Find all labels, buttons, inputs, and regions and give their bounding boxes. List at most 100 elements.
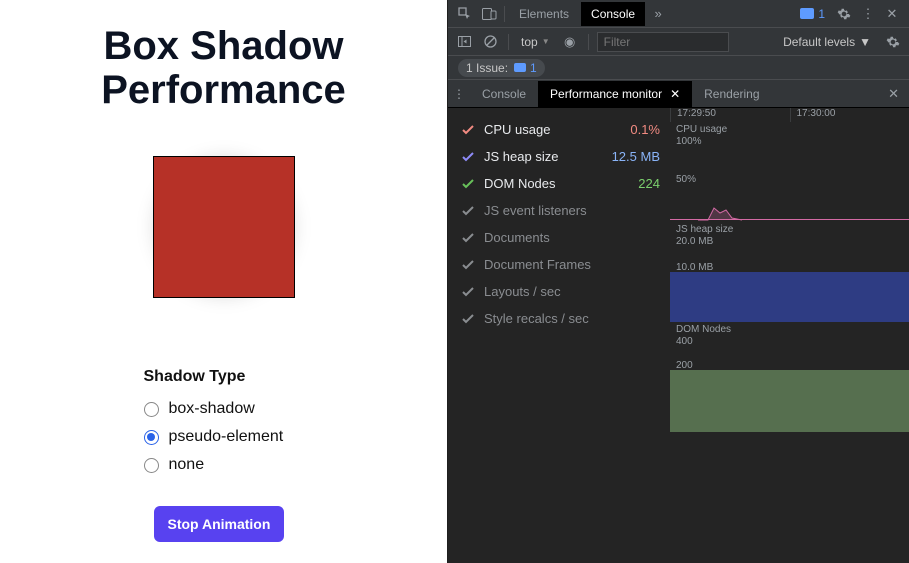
context-label: top xyxy=(521,35,538,49)
drawer-tab-performance-monitor[interactable]: Performance monitor ✕ xyxy=(538,81,692,107)
metric-label: Layouts / sec xyxy=(484,284,660,299)
dom-nodes-graph: DOM Nodes 400 200 xyxy=(670,322,909,432)
metric-row-style-recalcs-sec[interactable]: Style recalcs / sec xyxy=(462,305,660,332)
close-tab-icon[interactable]: ✕ xyxy=(670,87,680,101)
console-settings-icon[interactable] xyxy=(883,32,903,52)
check-icon xyxy=(462,287,476,297)
separator xyxy=(504,6,505,22)
tab-elements[interactable]: Elements xyxy=(509,2,579,26)
graph-scale-top: 400 xyxy=(676,336,693,347)
log-levels-select[interactable]: Default levels ▼ xyxy=(777,33,877,51)
radio-icon xyxy=(144,430,159,445)
more-tabs-icon[interactable]: » xyxy=(647,3,669,25)
metrics-list: CPU usage0.1%JS heap size12.5 MBDOM Node… xyxy=(448,108,670,563)
metric-label: Documents xyxy=(484,230,660,245)
metric-row-js-event-listeners[interactable]: JS event listeners xyxy=(462,197,660,224)
graph-scale-top: 100% xyxy=(676,136,702,147)
check-icon xyxy=(462,125,476,135)
radio-option-box-shadow[interactable]: box-shadow xyxy=(144,400,304,418)
radio-option-none[interactable]: none xyxy=(144,456,304,474)
console-filter-input[interactable] xyxy=(597,32,729,52)
live-expression-icon[interactable]: ◉ xyxy=(560,32,580,52)
graph-scale-top: 20.0 MB xyxy=(676,236,713,247)
drawer-menu-icon[interactable]: ⋮ xyxy=(448,87,470,101)
metric-label: CPU usage xyxy=(484,122,630,137)
separator xyxy=(508,34,509,50)
devtools-main-toolbar: Elements Console » 1 ⋮ ✕ xyxy=(448,0,909,28)
messages-count: 1 xyxy=(818,7,825,21)
kebab-menu-icon[interactable]: ⋮ xyxy=(857,3,879,25)
metric-value: 224 xyxy=(638,176,660,191)
levels-label: Default levels xyxy=(783,35,855,49)
check-icon xyxy=(462,206,476,216)
messages-badge[interactable]: 1 xyxy=(794,7,831,21)
timeline: 17:29:50 17:30:00 xyxy=(670,108,909,122)
issues-pill[interactable]: 1 Issue: 1 xyxy=(458,59,545,77)
close-devtools-icon[interactable]: ✕ xyxy=(881,3,903,25)
separator xyxy=(588,34,589,50)
tab-console[interactable]: Console xyxy=(581,2,645,26)
execution-context-select[interactable]: top ▼ xyxy=(517,33,554,51)
graph-spike xyxy=(698,204,742,221)
metric-label: Document Frames xyxy=(484,257,660,272)
controls-panel: Shadow Type box-shadow pseudo-element none… xyxy=(144,368,304,542)
graph-title: CPU usage xyxy=(676,124,727,135)
metric-row-document-frames[interactable]: Document Frames xyxy=(462,251,660,278)
cpu-usage-graph: CPU usage 100% 50% xyxy=(670,122,909,222)
controls-heading: Shadow Type xyxy=(144,368,304,386)
issues-bar: 1 Issue: 1 xyxy=(448,56,909,80)
dropdown-icon: ▼ xyxy=(859,35,871,49)
metric-row-dom-nodes[interactable]: DOM Nodes224 xyxy=(462,170,660,197)
metric-label: Style recalcs / sec xyxy=(484,311,660,326)
drawer-tab-rendering[interactable]: Rendering xyxy=(692,81,771,107)
chat-icon xyxy=(800,8,814,19)
chat-icon xyxy=(514,63,526,72)
check-icon xyxy=(462,314,476,324)
metric-label: DOM Nodes xyxy=(484,176,638,191)
inspect-element-icon[interactable] xyxy=(454,3,476,25)
devtools-panel: Elements Console » 1 ⋮ ✕ top ▼ ◉ Default… xyxy=(447,0,909,563)
close-drawer-icon[interactable]: ✕ xyxy=(878,86,909,102)
device-toolbar-icon[interactable] xyxy=(478,3,500,25)
metric-row-layouts-sec[interactable]: Layouts / sec xyxy=(462,278,660,305)
drawer-tab-console[interactable]: Console xyxy=(470,81,538,107)
radio-icon xyxy=(144,458,159,473)
console-sidebar-toggle-icon[interactable] xyxy=(454,32,474,52)
graph-area xyxy=(670,272,909,322)
radio-label: none xyxy=(169,456,205,474)
graph-title: JS heap size xyxy=(676,224,733,235)
clear-console-icon[interactable] xyxy=(480,32,500,52)
dropdown-icon: ▼ xyxy=(542,37,550,46)
metric-label: JS heap size xyxy=(484,149,612,164)
issues-label: 1 Issue: xyxy=(466,61,508,75)
check-icon xyxy=(462,179,476,189)
radio-option-pseudo-element[interactable]: pseudo-element xyxy=(144,428,304,446)
metric-row-documents[interactable]: Documents xyxy=(462,224,660,251)
timestamp: 17:29:50 xyxy=(670,108,790,122)
radio-label: box-shadow xyxy=(169,400,255,418)
drawer-tab-label: Performance monitor xyxy=(550,87,662,101)
metric-row-cpu-usage[interactable]: CPU usage0.1% xyxy=(462,116,660,143)
stop-animation-button[interactable]: Stop Animation xyxy=(154,506,285,542)
graph-title: DOM Nodes xyxy=(676,324,731,335)
title-line-2: Performance xyxy=(101,68,346,112)
drawer-tabs: ⋮ Console Performance monitor ✕ Renderin… xyxy=(448,80,909,108)
console-toolbar: top ▼ ◉ Default levels ▼ xyxy=(448,28,909,56)
issues-count: 1 xyxy=(530,61,537,75)
performance-monitor-panel: CPU usage0.1%JS heap size12.5 MBDOM Node… xyxy=(448,108,909,563)
graph-scale-mid: 50% xyxy=(676,174,696,185)
check-icon xyxy=(462,260,476,270)
title-line-1: Box Shadow xyxy=(103,24,343,68)
graph-area xyxy=(670,370,909,432)
demo-page: Box Shadow Performance Shadow Type box-s… xyxy=(0,0,447,563)
metric-row-js-heap-size[interactable]: JS heap size12.5 MB xyxy=(462,143,660,170)
settings-icon[interactable] xyxy=(833,3,855,25)
check-icon xyxy=(462,233,476,243)
metric-value: 12.5 MB xyxy=(612,149,660,164)
metrics-graphs: 17:29:50 17:30:00 CPU usage 100% 50% JS … xyxy=(670,108,909,563)
metric-value: 0.1% xyxy=(630,122,660,137)
demo-box xyxy=(153,156,295,298)
page-title: Box Shadow Performance xyxy=(101,24,346,112)
js-heap-graph: JS heap size 20.0 MB 10.0 MB xyxy=(670,222,909,322)
radio-icon xyxy=(144,402,159,417)
